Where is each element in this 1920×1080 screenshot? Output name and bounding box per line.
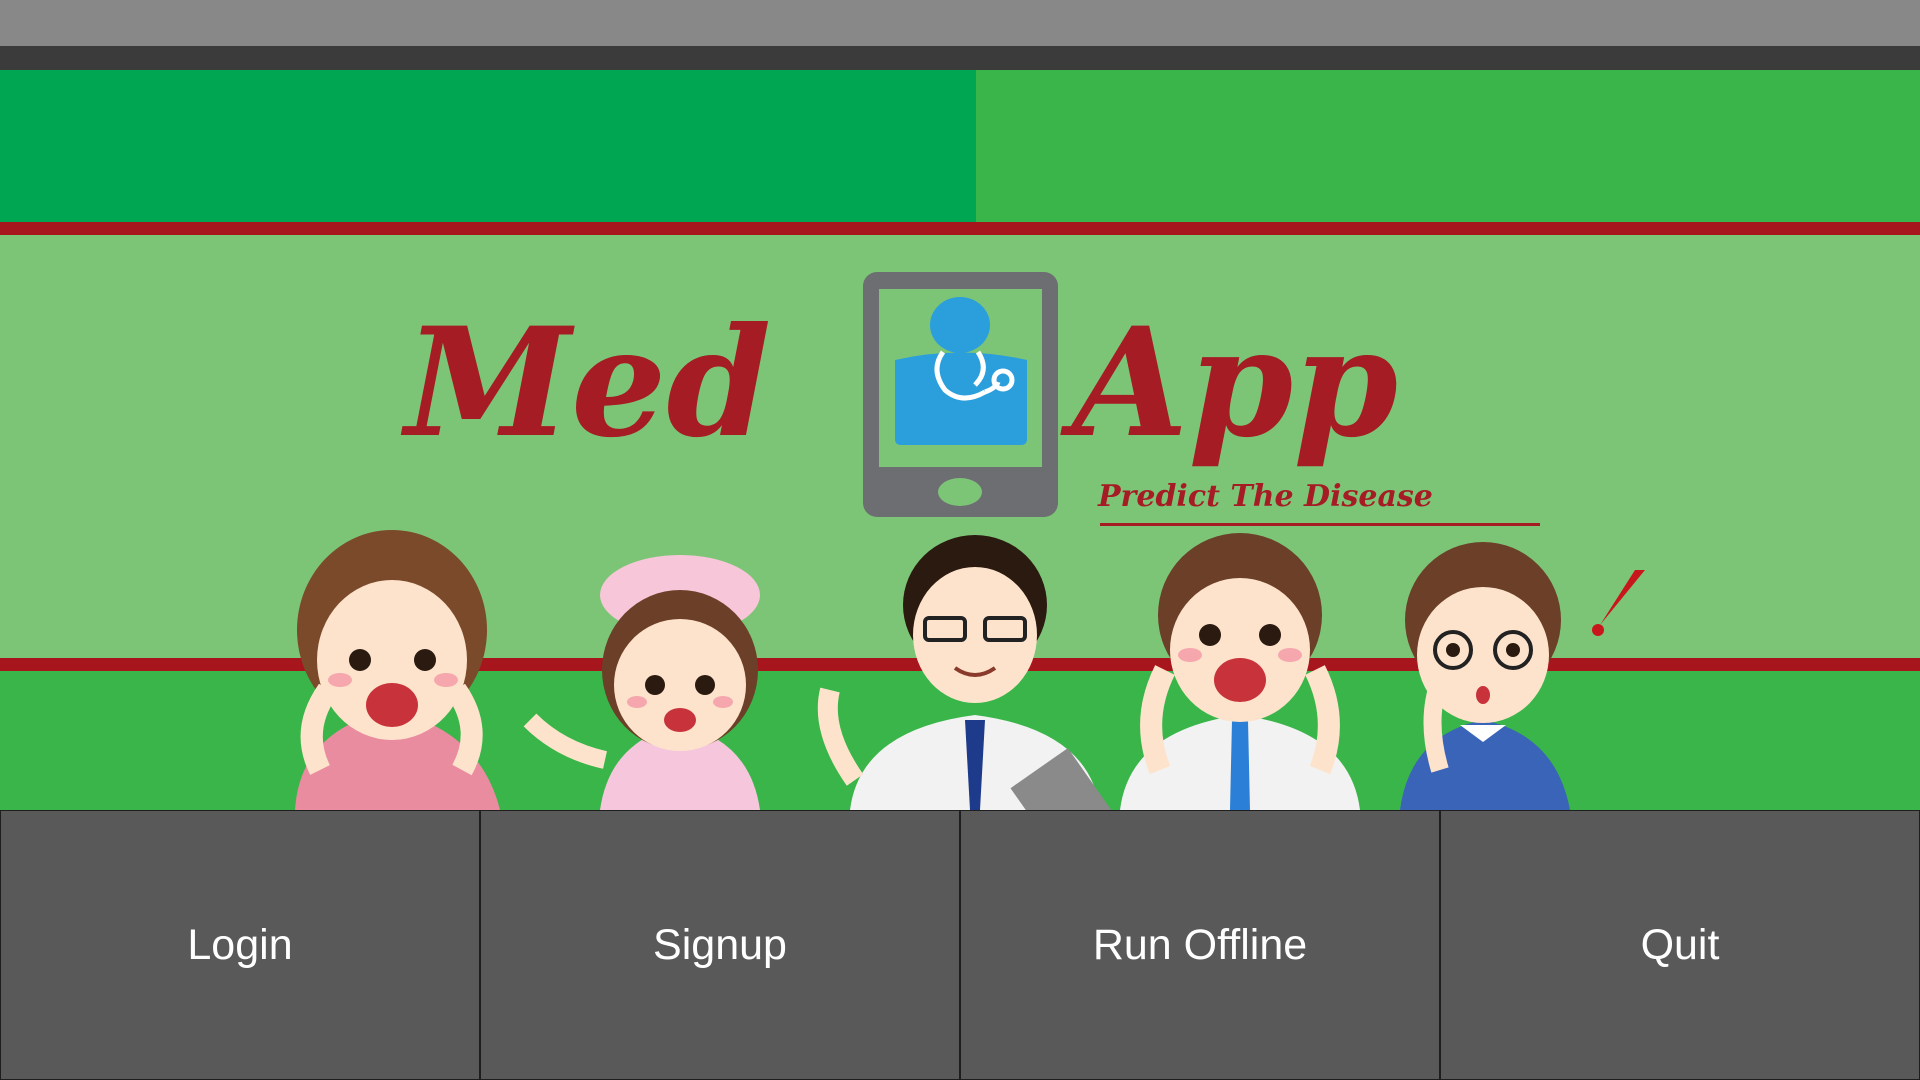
banner: Med App Predict The Disease [0,70,1920,810]
banner-illustration: Med App Predict The Disease [295,272,1645,810]
status-bar [0,0,1920,46]
login-button[interactable]: Login [0,810,480,1080]
woman-cheering-icon [295,530,500,810]
boy-surprised-icon [1400,542,1645,810]
main-menu: Login Signup Run Offline Quit [0,810,1920,1080]
logo-tagline: Predict The Disease [1097,479,1433,514]
signup-button[interactable]: Signup [480,810,960,1080]
tagline-underline [1100,523,1540,526]
run-offline-button[interactable]: Run Offline [960,810,1440,1080]
quit-button[interactable]: Quit [1440,810,1920,1080]
logo-word-med: Med [400,295,771,471]
doctor-icon [817,535,1120,810]
logo-word-app: App [1060,295,1398,471]
man-cheering-icon [1120,533,1360,810]
logo: Med App Predict The Disease [400,272,1540,526]
phone-doctor-icon [863,272,1058,517]
nurse-icon [523,555,760,810]
title-strip [0,46,1920,70]
